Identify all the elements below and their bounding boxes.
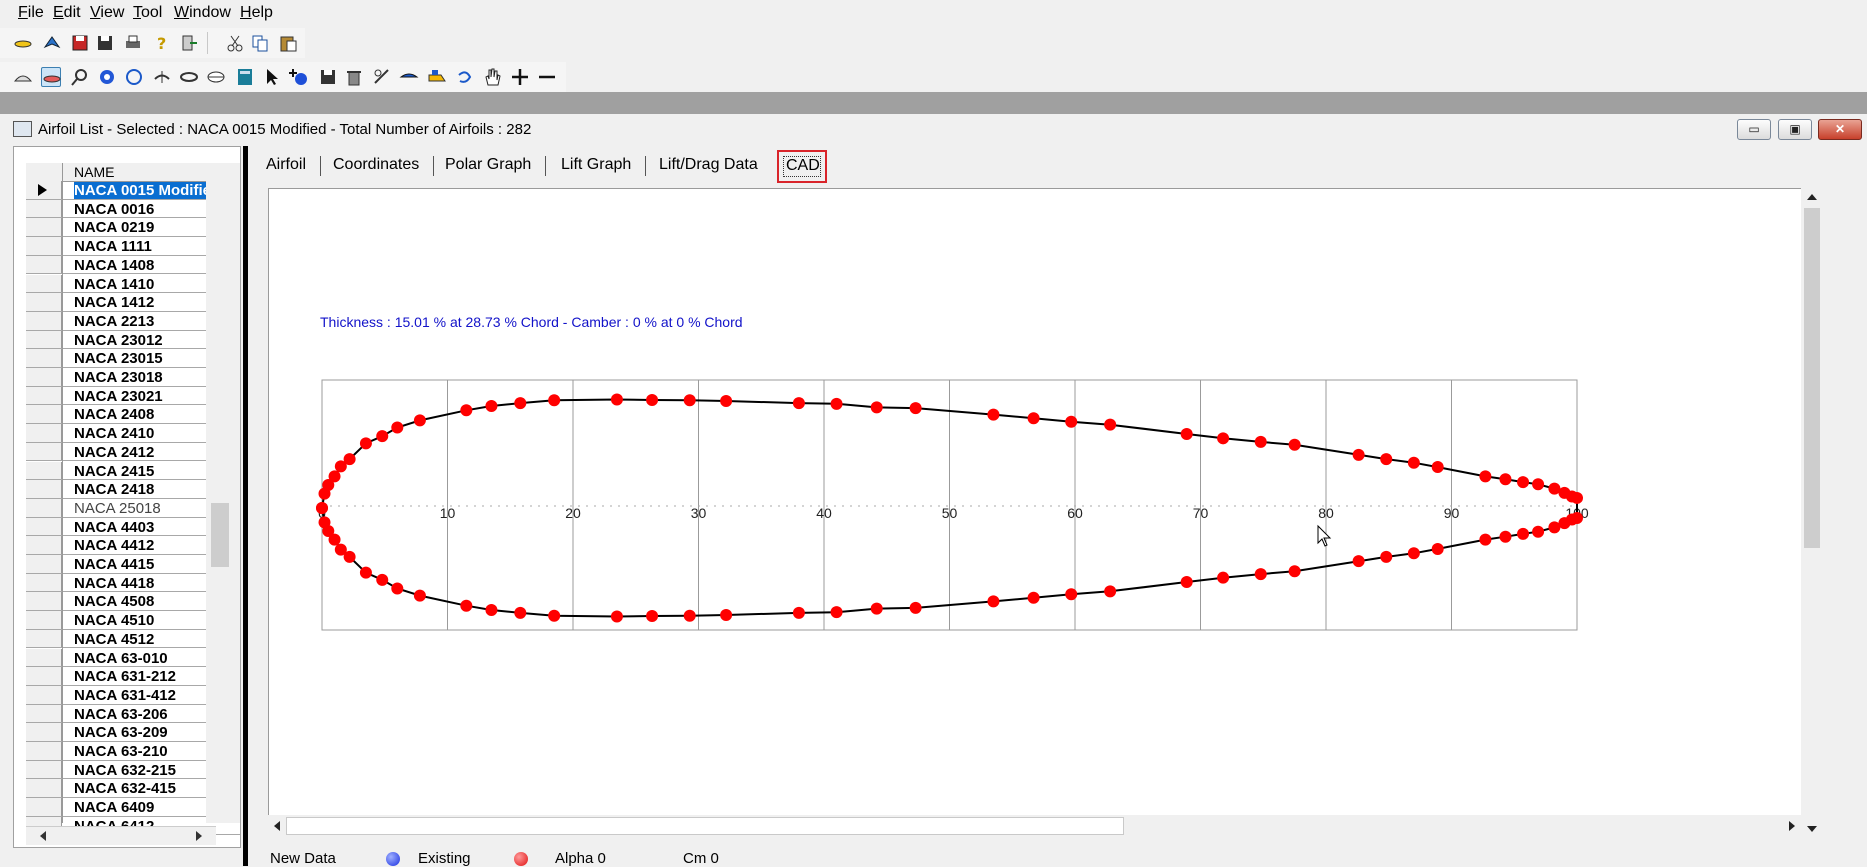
canvas-hscroll-thumb[interactable]	[286, 817, 1124, 835]
data-point	[1288, 565, 1301, 578]
data-point	[376, 573, 389, 586]
cm-value: Cm 0	[683, 850, 719, 867]
x-tick-label: 10	[440, 505, 456, 521]
data-point	[1407, 456, 1420, 469]
data-point	[610, 393, 623, 406]
x-tick-label: 40	[816, 505, 832, 521]
data-point	[792, 397, 805, 410]
data-point	[1352, 555, 1365, 568]
data-point	[683, 609, 696, 622]
data-point	[359, 566, 372, 579]
alpha-value: Alpha 0	[555, 850, 606, 867]
data-point	[391, 421, 404, 434]
data-point	[1532, 525, 1545, 538]
data-point	[1217, 432, 1230, 445]
data-point	[413, 589, 426, 602]
data-point	[1288, 438, 1301, 451]
data-point	[1027, 412, 1040, 425]
data-point	[870, 401, 883, 414]
x-tick-label: 20	[565, 505, 581, 521]
data-point	[792, 606, 805, 619]
data-point	[328, 470, 341, 483]
existing-label: Existing	[418, 850, 471, 867]
canvas-vertical-scrollbar[interactable]	[1801, 188, 1823, 838]
data-point	[610, 610, 623, 623]
data-point	[1479, 533, 1492, 546]
data-point	[1571, 491, 1583, 504]
data-point	[909, 402, 922, 415]
data-point	[1254, 435, 1267, 448]
data-point	[548, 394, 561, 407]
data-point	[1479, 470, 1492, 483]
data-point	[646, 393, 659, 406]
data-point	[1180, 575, 1193, 588]
data-point	[1027, 591, 1040, 604]
data-point	[514, 397, 527, 410]
data-point	[1217, 571, 1230, 584]
data-point	[343, 453, 356, 466]
data-point	[343, 550, 356, 563]
data-point	[1352, 448, 1365, 461]
data-point	[391, 582, 404, 595]
data-point	[316, 502, 328, 514]
data-point	[987, 408, 1000, 421]
data-point	[830, 397, 843, 410]
chart-ticks: 0102030405060708090100	[318, 505, 1589, 521]
existing-dot-icon	[514, 852, 528, 866]
airfoil-chart[interactable]: 0102030405060708090100	[0, 0, 1867, 866]
data-point	[1104, 418, 1117, 431]
data-point	[1104, 585, 1117, 598]
x-tick-label: 70	[1193, 505, 1209, 521]
data-point	[514, 606, 527, 619]
data-point	[328, 533, 341, 546]
data-point	[1517, 527, 1530, 540]
data-point	[413, 414, 426, 427]
data-point	[1407, 547, 1420, 560]
data-point	[548, 609, 561, 622]
data-point	[460, 404, 473, 417]
data-point	[376, 430, 389, 443]
data-point	[485, 604, 498, 617]
x-tick-label: 80	[1318, 505, 1334, 521]
new-data-dot-icon	[386, 852, 400, 866]
data-point	[909, 601, 922, 614]
data-point	[683, 394, 696, 407]
data-point	[1571, 512, 1583, 525]
data-point	[359, 437, 372, 450]
data-point	[1431, 461, 1444, 474]
data-point	[720, 609, 733, 622]
canvas-vscroll-thumb[interactable]	[1804, 208, 1820, 548]
data-point	[1380, 453, 1393, 466]
data-point	[460, 599, 473, 612]
data-point	[720, 394, 733, 407]
data-point	[1431, 542, 1444, 555]
data-point	[830, 606, 843, 619]
data-point	[1180, 428, 1193, 441]
canvas-horizontal-scrollbar[interactable]	[268, 815, 1801, 837]
data-point	[1254, 568, 1267, 581]
x-tick-label: 50	[942, 505, 958, 521]
mouse-cursor-icon	[1317, 524, 1332, 547]
data-point	[1065, 588, 1078, 601]
data-point	[1499, 473, 1512, 486]
new-data-label: New Data	[270, 850, 336, 867]
data-point	[1380, 550, 1393, 563]
x-tick-label: 60	[1067, 505, 1083, 521]
data-point	[646, 610, 659, 623]
data-point	[1517, 476, 1530, 489]
data-point	[987, 595, 1000, 608]
data-point	[1499, 530, 1512, 543]
x-tick-label: 30	[691, 505, 707, 521]
data-point	[870, 602, 883, 615]
data-point	[485, 399, 498, 412]
data-point	[1532, 478, 1545, 491]
x-tick-label: 90	[1444, 505, 1460, 521]
data-point	[1065, 415, 1078, 428]
